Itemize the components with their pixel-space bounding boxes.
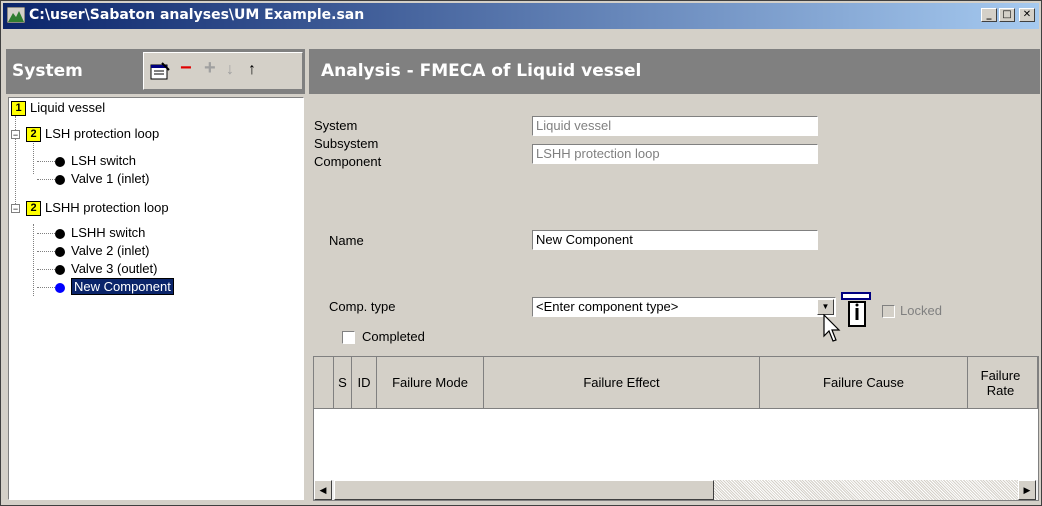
system-panel-header: System − + ↓ ↑	[6, 49, 305, 94]
component-dot-icon	[55, 264, 65, 275]
window-title: C:\user\Sabaton analyses\UM Example.san	[29, 7, 365, 23]
properties-icon[interactable]	[150, 62, 170, 80]
system-label: System	[314, 118, 358, 133]
tree-item-selected[interactable]: New Component	[55, 278, 174, 296]
tree-item[interactable]: 1 Liquid vessel	[11, 99, 105, 117]
tree-item-edit[interactable]: New Component	[71, 278, 174, 295]
grid-header-failure-cause[interactable]: Failure Cause	[760, 357, 968, 409]
grid-header-failure-mode[interactable]: Failure Mode	[377, 357, 484, 409]
tree-item[interactable]: Valve 2 (inlet)	[55, 242, 150, 260]
tree-line	[33, 224, 34, 296]
tree-toolbar: − + ↓ ↑	[143, 52, 303, 90]
subsystem-label: Subsystem	[314, 136, 379, 151]
tree-line	[37, 287, 55, 288]
close-button[interactable]: ✕	[1019, 8, 1035, 22]
grid-header-id[interactable]: ID	[352, 357, 377, 409]
locked-checkbox	[882, 305, 895, 318]
horizontal-scrollbar[interactable]: ◀ ▶	[314, 480, 1038, 500]
comp-type-dropdown-button[interactable]: ▼	[817, 299, 834, 315]
tree-item-label: LSH protection loop	[45, 126, 160, 141]
remove-icon[interactable]: −	[180, 57, 192, 80]
analysis-title: Analysis - FMECA of Liquid vessel	[321, 61, 642, 81]
subsystem-field: LSHH protection loop	[532, 144, 818, 164]
app-window: C:\user\Sabaton analyses\UM Example.san …	[0, 0, 1042, 506]
completed-label: Completed	[362, 329, 425, 344]
tree-item-label: Valve 1 (inlet)	[71, 171, 150, 186]
collapse-icon[interactable]: −	[11, 204, 20, 214]
component-label: Component	[314, 154, 382, 169]
grid-header-failure-effect[interactable]: Failure Effect	[484, 357, 760, 409]
move-up-icon[interactable]: ↑	[248, 61, 256, 79]
level-badge: 2	[26, 127, 41, 143]
name-field[interactable]: New Component	[532, 230, 818, 250]
add-icon[interactable]: +	[204, 57, 216, 80]
move-down-icon[interactable]: ↓	[226, 61, 234, 79]
mouse-cursor-icon	[823, 314, 841, 342]
system-panel-title: System	[12, 61, 83, 81]
component-dot-icon	[55, 246, 65, 257]
analysis-header: Analysis - FMECA of Liquid vessel	[309, 49, 1040, 94]
tree-item[interactable]: Valve 1 (inlet)	[55, 170, 150, 188]
grid-header-s[interactable]: S	[334, 357, 352, 409]
tree-item[interactable]: Valve 3 (outlet)	[55, 260, 157, 278]
tree-line	[37, 269, 55, 270]
scroll-track[interactable]	[714, 480, 1018, 500]
tree-item-label: Valve 2 (inlet)	[71, 243, 150, 258]
tree-item-label: LSHH protection loop	[45, 200, 169, 215]
tree-line	[37, 233, 55, 234]
failure-mode-grid[interactable]: S ID Failure Mode Failure Effect Failure…	[313, 356, 1039, 501]
comp-type-combo[interactable]: <Enter component type>	[532, 297, 836, 317]
locked-label: Locked	[900, 303, 942, 318]
system-field: Liquid vessel	[532, 116, 818, 136]
grid-row-header	[314, 357, 334, 409]
title-bar[interactable]: C:\user\Sabaton analyses\UM Example.san …	[3, 3, 1039, 29]
tree-item[interactable]: 2 LSHH protection loop	[26, 199, 169, 217]
tree-item-label: LSHH switch	[71, 225, 146, 240]
scroll-thumb[interactable]	[334, 480, 714, 500]
comp-type-label: Comp. type	[329, 299, 396, 314]
component-dot-icon	[55, 174, 65, 185]
tree-line	[37, 251, 55, 252]
level-badge: 1	[11, 101, 26, 117]
tree-line	[37, 161, 55, 162]
tree-line	[37, 179, 55, 180]
component-library-icon[interactable]	[839, 292, 873, 328]
component-dot-icon	[55, 228, 65, 239]
scroll-right-icon[interactable]: ▶	[1018, 480, 1036, 500]
component-dot-icon	[55, 156, 65, 167]
tree-item-label: Liquid vessel	[30, 100, 106, 115]
level-badge: 2	[26, 201, 41, 217]
collapse-icon[interactable]: −	[11, 130, 20, 140]
tree-item[interactable]: LSHH switch	[55, 224, 145, 242]
system-tree[interactable]: 1 Liquid vessel − 2 LSH protection loop LS…	[8, 97, 304, 500]
tree-item[interactable]: LSH switch	[55, 152, 136, 170]
tree-item-label: LSH switch	[71, 153, 137, 168]
minimize-button[interactable]: _	[981, 8, 997, 22]
scroll-left-icon[interactable]: ◀	[314, 480, 332, 500]
maximize-button[interactable]: □	[999, 8, 1015, 22]
tree-item[interactable]: 2 LSH protection loop	[26, 125, 159, 143]
name-label: Name	[329, 233, 364, 248]
completed-checkbox[interactable]	[342, 331, 355, 344]
grid-header-failure-rate[interactable]: Failure Rate	[968, 357, 1038, 409]
component-dot-icon	[55, 282, 65, 293]
tree-item-label: Valve 3 (outlet)	[71, 261, 158, 276]
app-icon	[7, 7, 25, 23]
